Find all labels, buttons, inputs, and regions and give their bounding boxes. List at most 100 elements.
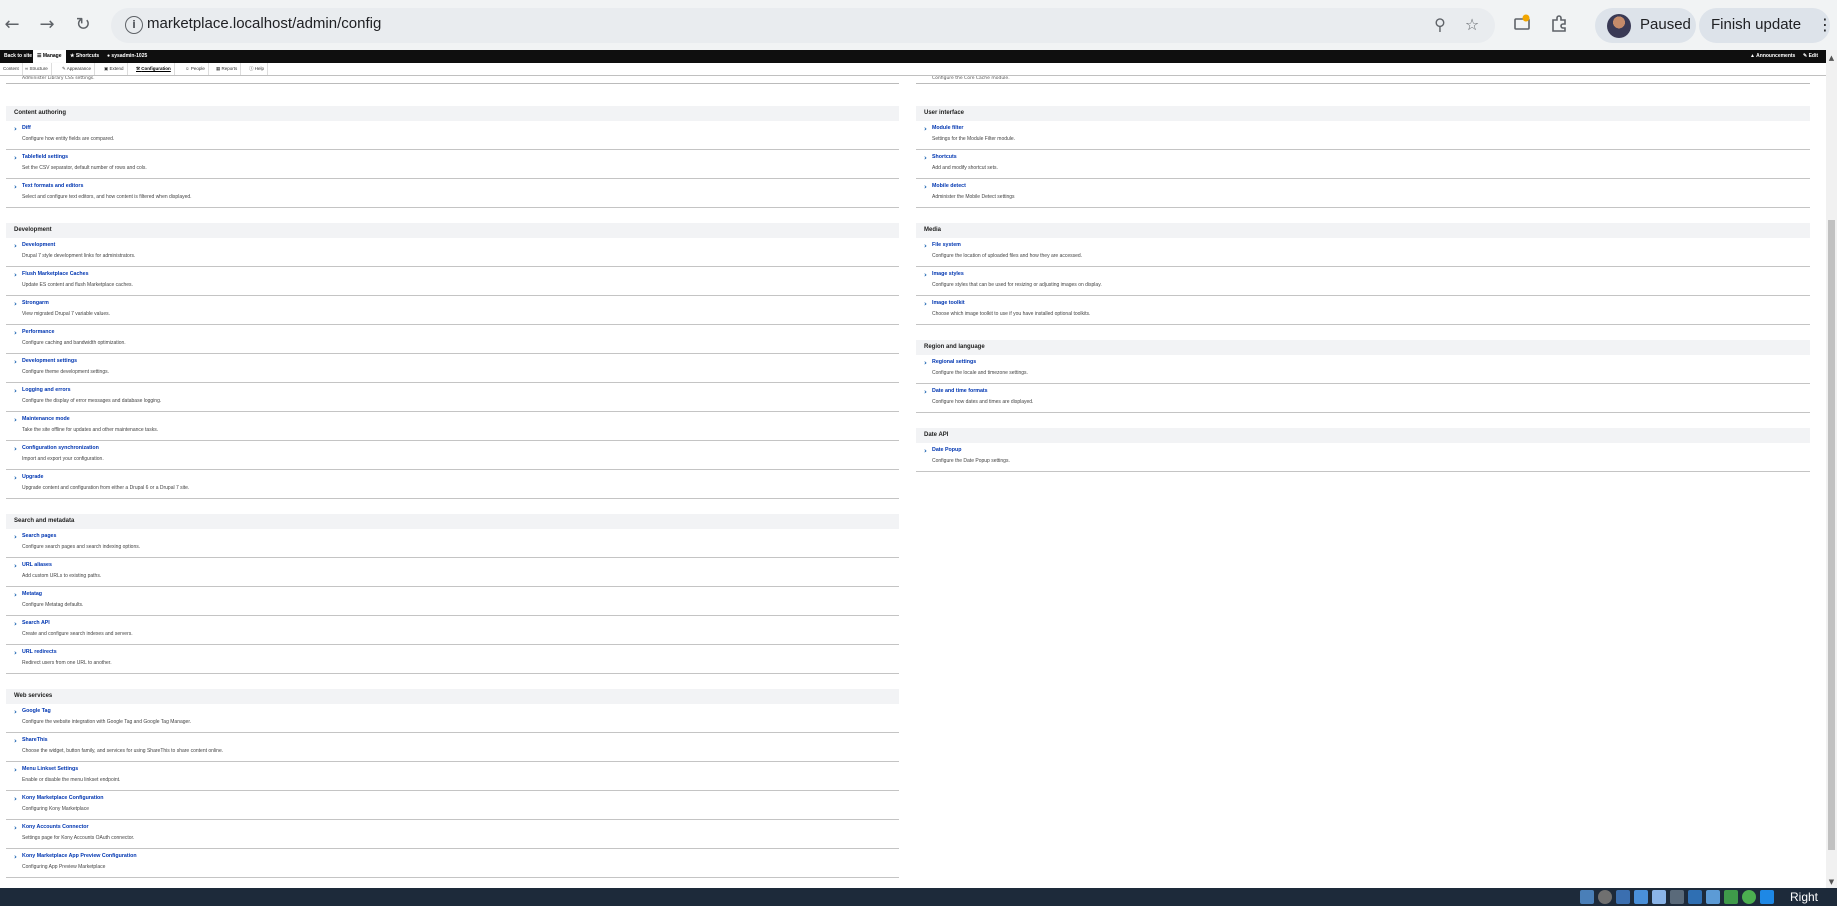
config-item: › Strongarm View migrated Drupal 7 variabl…: [6, 296, 899, 325]
tray-help[interactable]: ⓘ Help: [246, 63, 269, 75]
config-item-link[interactable]: Strongarm: [22, 300, 49, 306]
config-item-link[interactable]: URL redirects: [22, 649, 57, 655]
puzzle-icon[interactable]: [1547, 13, 1571, 37]
config-item-link[interactable]: Module filter: [932, 125, 964, 131]
config-item-link[interactable]: Text formats and editors: [22, 183, 83, 189]
url-text[interactable]: marketplace.localhost/admin/config: [147, 15, 381, 32]
config-item-link[interactable]: Development: [22, 242, 55, 248]
reload-icon[interactable]: ↻: [71, 13, 95, 37]
chevron-right-icon: ›: [14, 125, 17, 133]
tray-extend[interactable]: ▣ Extend: [101, 63, 128, 75]
scroll-down-icon[interactable]: ▼: [1827, 878, 1836, 887]
network-icon[interactable]: [1616, 890, 1630, 904]
config-item: › Image toolkit Choose which image toolkit…: [916, 296, 1810, 325]
disc-icon[interactable]: [1598, 890, 1612, 904]
globe-icon[interactable]: [1742, 890, 1756, 904]
config-item-link[interactable]: Kony Marketplace Configuration: [22, 795, 104, 801]
finish-update-label: Finish update: [1711, 16, 1802, 33]
zoom-icon[interactable]: ⚲: [1430, 15, 1450, 35]
config-item: › Date Popup Configure the Date Popup sett…: [916, 443, 1810, 472]
config-item: › Configuration synchronization Import and…: [6, 441, 899, 470]
config-item-description: Configure theme development settings.: [22, 369, 109, 375]
tray-configuration[interactable]: ⚒ Configuration: [133, 63, 175, 75]
config-item-link[interactable]: Development settings: [22, 358, 77, 364]
config-item-link[interactable]: Search API: [22, 620, 50, 626]
config-item: › Development settings Configure theme dev…: [6, 354, 899, 383]
config-item-link[interactable]: URL aliases: [22, 562, 52, 568]
monitor-icon[interactable]: [1706, 890, 1720, 904]
panel-heading: Date API: [916, 428, 1810, 443]
page-scrollbar[interactable]: ▲ ▼: [1826, 50, 1837, 888]
config-item-description: Import and export your configuration.: [22, 456, 104, 462]
config-item-link[interactable]: Mobile detect: [932, 183, 966, 189]
config-item-link[interactable]: Configuration synchronization: [22, 445, 99, 451]
announcements-label: Announcements: [1756, 53, 1796, 59]
chevron-right-icon: ›: [14, 708, 17, 716]
config-item-link[interactable]: Performance: [22, 329, 54, 335]
config-item: › Date and time formats Configure how date…: [916, 384, 1810, 413]
kebab-menu-icon: ⋮: [1817, 15, 1833, 34]
config-item: › Diff Configure how entity fields are com…: [6, 121, 899, 150]
address-bar[interactable]: i marketplace.localhost/admin/config ⚲ ☆: [111, 8, 1495, 43]
shortcuts-tab[interactable]: ★ Shortcuts: [66, 50, 103, 63]
config-item-link[interactable]: Upgrade: [22, 474, 44, 480]
config-item-link[interactable]: Kony Marketplace App Preview Configurati…: [22, 853, 137, 859]
chevron-right-icon: ›: [924, 271, 927, 279]
forward-icon[interactable]: →: [35, 13, 59, 37]
config-item-link[interactable]: Search pages: [22, 533, 56, 539]
config-item-link[interactable]: Menu Linkset Settings: [22, 766, 78, 772]
bookmark-star-icon[interactable]: ☆: [1462, 15, 1482, 35]
announcements-tab[interactable]: ▲ Announcements: [1746, 50, 1799, 63]
config-item: › Module filter Settings for the Module Fi…: [916, 121, 1810, 150]
extension-alert-icon[interactable]: [1510, 13, 1534, 37]
profile-button[interactable]: Paused: [1595, 8, 1696, 43]
config-item-link[interactable]: Date and time formats: [932, 388, 988, 394]
config-item-description: Choose which image toolkit to use if you…: [932, 311, 1091, 317]
config-item-link[interactable]: Metatag: [22, 591, 42, 597]
user-tab[interactable]: ● sysadmin-1025: [103, 50, 151, 63]
edit-tab[interactable]: ✎ Edit: [1799, 50, 1822, 63]
pen-icon[interactable]: [1652, 890, 1666, 904]
tray-people[interactable]: ☺ People: [182, 63, 209, 75]
tray-reports[interactable]: ▦ Reports: [213, 63, 242, 75]
back-to-site-link[interactable]: Back to site: [0, 50, 36, 63]
display-icon[interactable]: [1688, 890, 1702, 904]
config-item: › Logging and errors Configure the display…: [6, 383, 899, 412]
config-item-link[interactable]: Shortcuts: [932, 154, 957, 160]
config-item-link[interactable]: Kony Accounts Connector: [22, 824, 89, 830]
scroll-thumb[interactable]: [1828, 220, 1835, 850]
chevron-right-icon: ›: [924, 300, 927, 308]
config-item-link[interactable]: Image styles: [932, 271, 964, 277]
scroll-up-icon[interactable]: ▲: [1827, 54, 1836, 63]
search-icon[interactable]: [1580, 890, 1594, 904]
tray-appearance[interactable]: ✎ Appearance: [59, 63, 96, 75]
usb-icon[interactable]: [1724, 890, 1738, 904]
tray-structure[interactable]: ∞ Structure: [22, 63, 52, 75]
back-icon[interactable]: ←: [0, 13, 24, 37]
config-item-description: Drupal 7 style development links for adm…: [22, 253, 136, 259]
config-item-link[interactable]: Tablefield settings: [22, 154, 68, 160]
config-item-link[interactable]: Regional settings: [932, 359, 976, 365]
config-item-description: Configure Metatag defaults.: [22, 602, 84, 608]
config-item-link[interactable]: Diff: [22, 125, 31, 131]
config-item: › ShareThis Choose the widget, button fami…: [6, 733, 899, 762]
config-item-link[interactable]: File system: [932, 242, 961, 248]
config-item-link[interactable]: Logging and errors: [22, 387, 71, 393]
config-item-link[interactable]: Flush Marketplace Caches: [22, 271, 89, 277]
finish-update-button[interactable]: Finish update ⋮: [1699, 8, 1833, 43]
config-item-link[interactable]: Date Popup: [932, 447, 961, 453]
tray-content[interactable]: Content: [0, 63, 23, 75]
chevron-right-icon: ›: [14, 649, 17, 657]
config-item-description: Settings page for Kony Accounts OAuth co…: [22, 835, 135, 841]
download-icon[interactable]: [1760, 890, 1774, 904]
config-item-description: Configure the website integration with G…: [22, 719, 192, 725]
config-item-link[interactable]: Google Tag: [22, 708, 51, 714]
window-icon[interactable]: [1634, 890, 1648, 904]
folder-icon[interactable]: [1670, 890, 1684, 904]
manage-tab[interactable]: ☰ Manage: [33, 50, 66, 63]
edit-label: Edit: [1808, 53, 1819, 59]
config-item-link[interactable]: ShareThis: [22, 737, 48, 743]
info-icon[interactable]: i: [125, 16, 143, 34]
config-item-link[interactable]: Image toolkit: [932, 300, 965, 306]
config-item-link[interactable]: Maintenance mode: [22, 416, 70, 422]
